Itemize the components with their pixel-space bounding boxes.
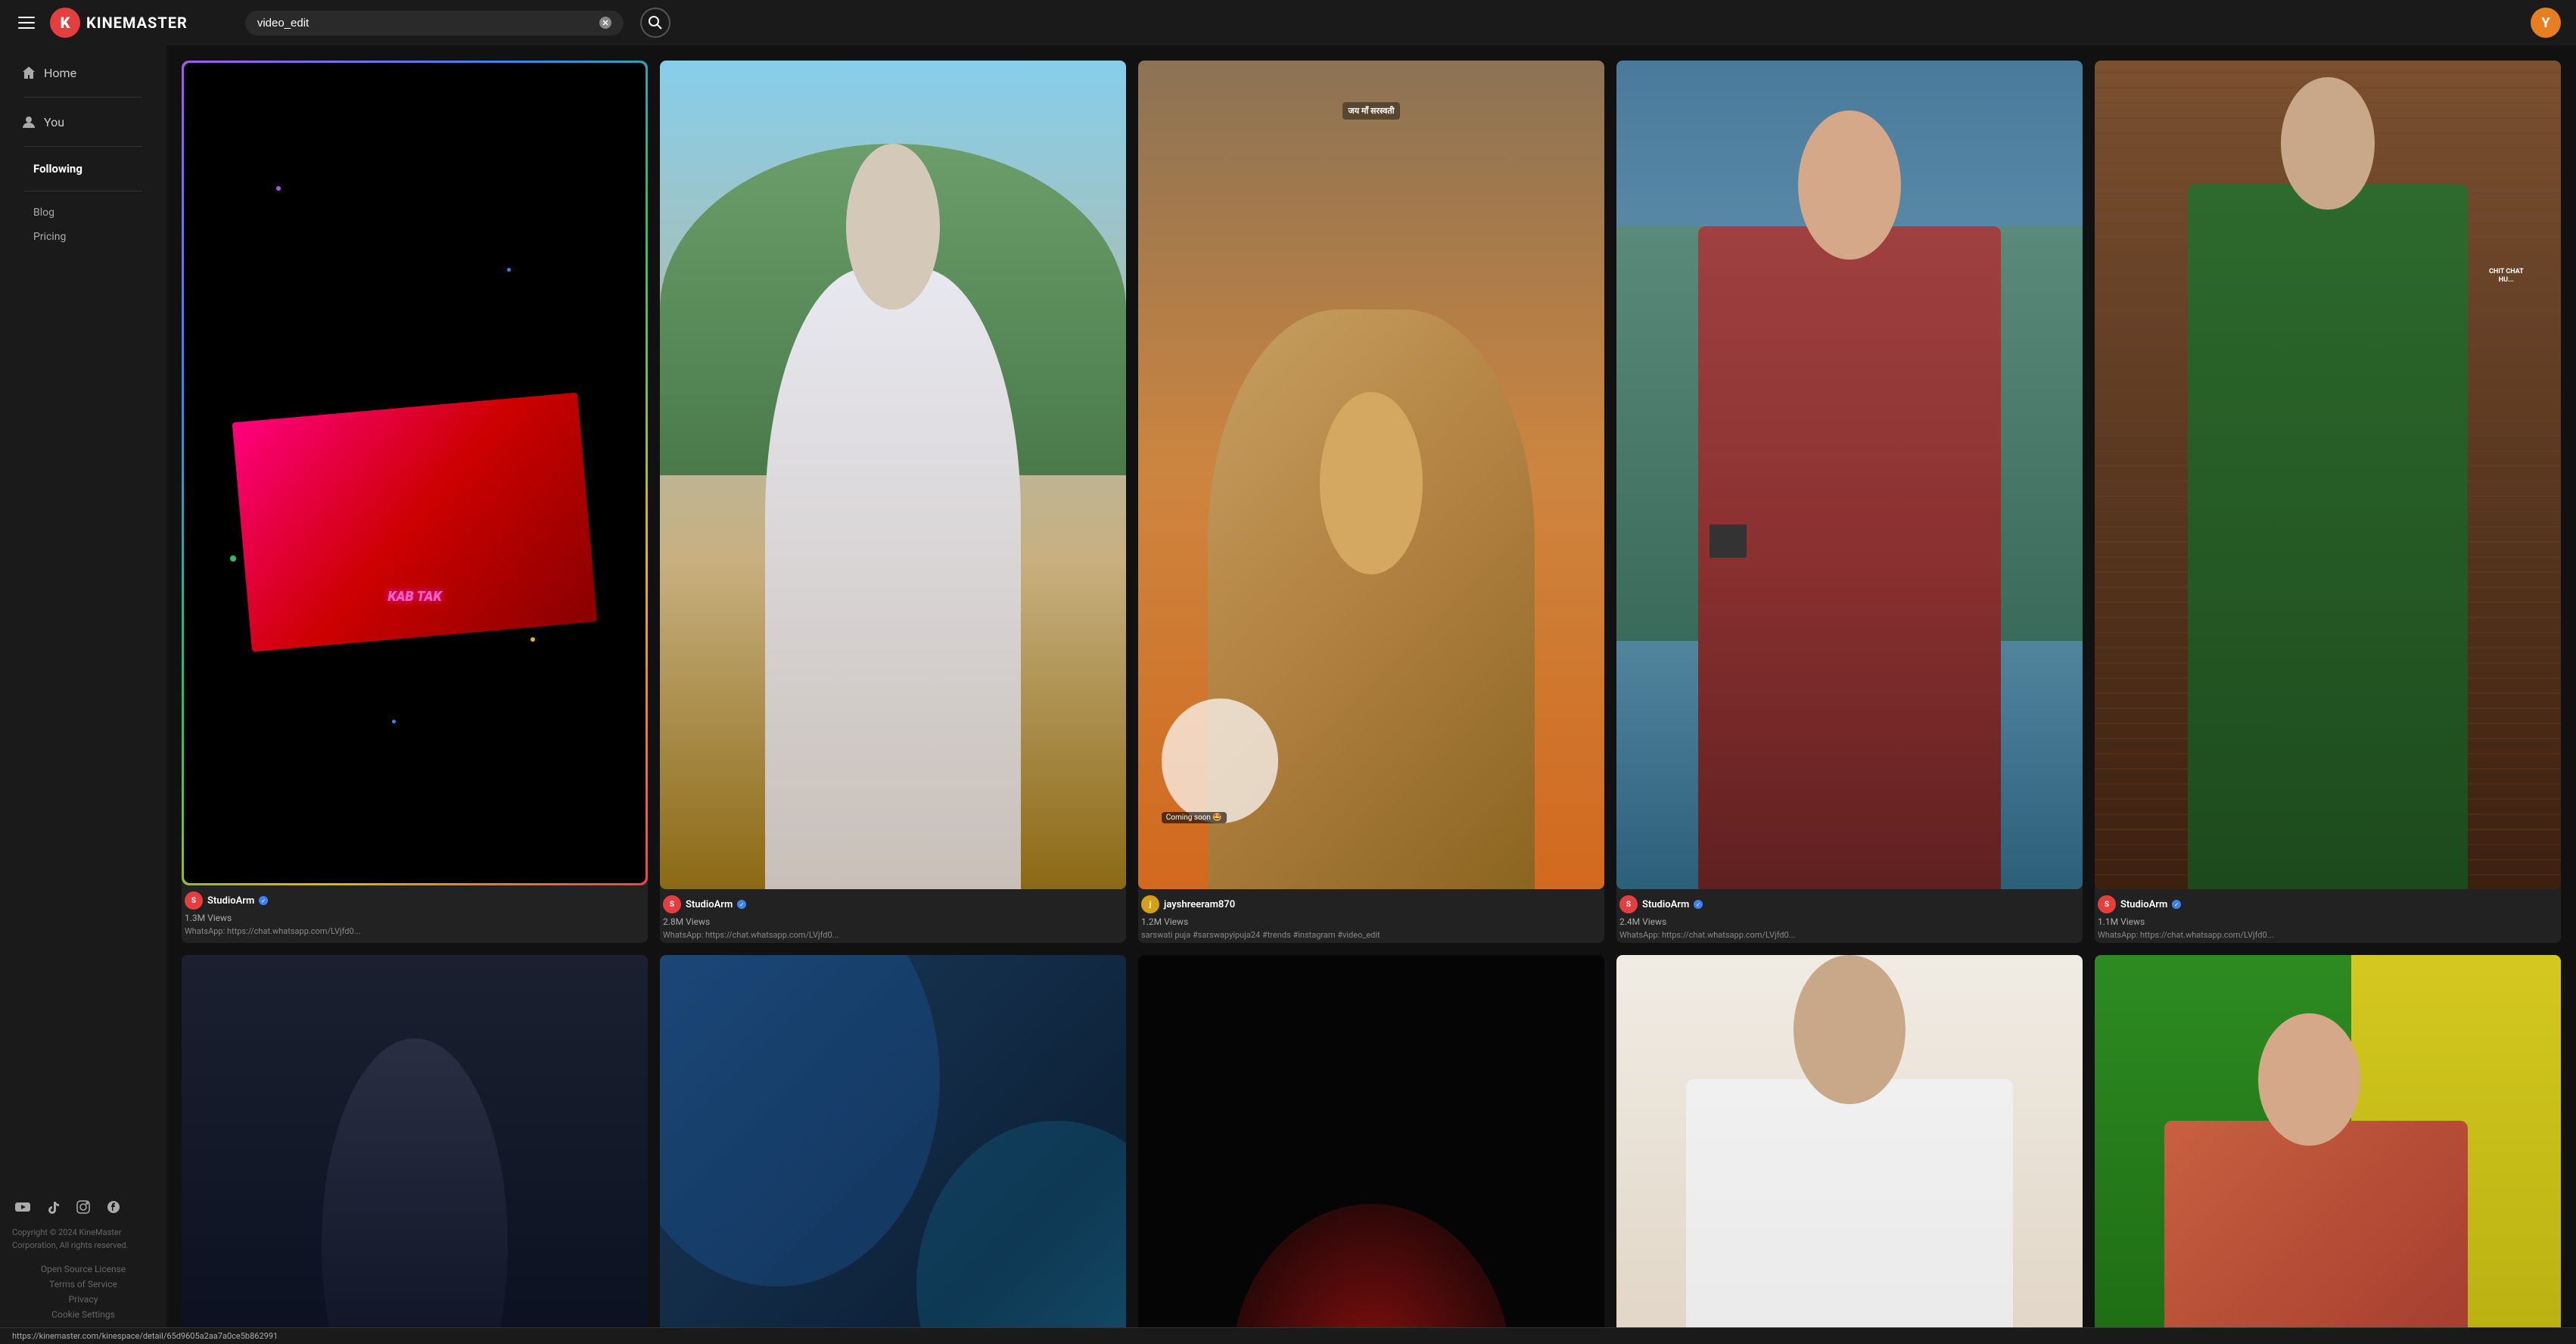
video-views-1: 1.3M Views <box>185 913 645 923</box>
facebook-icon[interactable] <box>103 1196 124 1218</box>
video-info-2: S StudioArm ✓ 2.8M Views WhatsApp: https… <box>660 889 1126 943</box>
video-creator-1: S StudioArm ✓ <box>185 891 645 910</box>
creator-name-5: StudioArm <box>2120 899 2167 910</box>
sidebar-item-blog[interactable]: Blog <box>12 201 154 225</box>
creator-avatar-1: S <box>185 891 203 910</box>
video-desc-2: WhatsApp: https://chat.whatsapp.com/LVjf… <box>663 930 1123 940</box>
creator-avatar-4: S <box>1619 895 1638 913</box>
video-card-7[interactable]: SUBSCRIBE <box>660 955 1126 1344</box>
sidebar-label-you: You <box>44 115 64 129</box>
video-desc-3: sarswati puja #sarswapyipuja24 #trends #… <box>1141 930 1601 940</box>
creator-avatar-3: j <box>1141 895 1159 913</box>
logo[interactable]: K KINEMASTER <box>50 8 188 38</box>
search-bar <box>245 11 624 36</box>
video-info-4: S StudioArm ✓ 2.4M Views WhatsApp: https… <box>1616 889 2083 943</box>
coming-soon-badge: Coming soon 🤩 <box>1162 812 1227 823</box>
verified-icon-1: ✓ <box>259 896 268 905</box>
instagram-icon[interactable] <box>73 1196 94 1218</box>
svg-text:K: K <box>61 14 70 32</box>
user-avatar[interactable]: Y <box>2531 8 2561 38</box>
video-grid: KAB TAK S StudioArm ✓ 1.3M Views WhatsAp… <box>182 61 2561 1344</box>
sidebar-divider-1 <box>24 97 142 98</box>
content-area: KAB TAK S StudioArm ✓ 1.3M Views WhatsAp… <box>166 45 2576 1344</box>
search-button[interactable] <box>640 8 670 38</box>
home-icon <box>21 65 36 80</box>
goddess-title: जय माँ सरस्वती <box>1342 102 1401 120</box>
video-card-1[interactable]: KAB TAK S StudioArm ✓ 1.3M Views WhatsAp… <box>182 61 648 943</box>
logo-icon: K <box>50 8 80 38</box>
video-card-4[interactable]: S StudioArm ✓ 2.4M Views WhatsApp: https… <box>1616 61 2083 943</box>
video-creator-5: S StudioArm ✓ <box>2098 895 2558 913</box>
footer-link-cookie[interactable]: Cookie Settings <box>12 1309 154 1320</box>
youtube-icon[interactable] <box>12 1196 33 1218</box>
verified-icon-5: ✓ <box>2172 900 2181 909</box>
creator-name-1: StudioArm <box>207 895 254 907</box>
footer-links: Open Source License Terms of Service Pri… <box>12 1264 154 1320</box>
footer-link-terms[interactable]: Terms of Service <box>12 1279 154 1290</box>
social-links <box>12 1196 154 1218</box>
video-views-5: 1.1M Views <box>2098 916 2558 927</box>
video-desc-1: WhatsApp: https://chat.whatsapp.com/LVjf… <box>185 926 645 936</box>
video-card-8[interactable]: K KineMaster 6.4M Views <box>1138 955 1604 1344</box>
video-views-2: 2.8M Views <box>663 916 1123 927</box>
video-views-4: 2.4M Views <box>1619 916 2080 927</box>
sidebar-footer: Copyright © 2024 KineMaster Corporation,… <box>0 1184 166 1332</box>
search-clear-button[interactable] <box>599 17 611 29</box>
video-info-3: j jayshreeram870 1.2M Views sarswati puj… <box>1138 889 1604 943</box>
video-card-5[interactable]: CHIT CHATHU... S StudioArm ✓ 1.1M Views … <box>2095 61 2561 943</box>
footer-link-privacy[interactable]: Privacy <box>12 1294 154 1305</box>
video-desc-5: WhatsApp: https://chat.whatsapp.com/LVjf… <box>2098 930 2558 940</box>
video-creator-2: S StudioArm ✓ <box>663 895 1123 913</box>
video-card-6[interactable] <box>182 955 648 1344</box>
sidebar-item-pricing[interactable]: Pricing <box>12 225 154 249</box>
video-card-10[interactable] <box>2095 955 2561 1344</box>
verified-icon-4: ✓ <box>1694 900 1703 909</box>
verified-icon-2: ✓ <box>737 900 746 909</box>
video-creator-4: S StudioArm ✓ <box>1619 895 2080 913</box>
status-url: https://kinemaster.com/kinespace/detail/… <box>12 1331 278 1341</box>
statusbar: https://kinemaster.com/kinespace/detail/… <box>0 1327 2576 1344</box>
video-card-3[interactable]: जय माँ सरस्वती Coming soon 🤩 j jayshreer… <box>1138 61 1604 943</box>
search-input[interactable] <box>257 17 593 30</box>
hamburger-menu[interactable] <box>15 14 38 32</box>
sidebar-item-you[interactable]: You <box>12 107 154 137</box>
creator-avatar-5: S <box>2098 895 2116 913</box>
sidebar-divider-2 <box>24 146 142 147</box>
sidebar-nav: Home You Following Blog Pricing <box>0 58 166 249</box>
logo-text: KINEMASTER <box>86 14 188 32</box>
footer-link-opensourcelicense[interactable]: Open Source License <box>12 1264 154 1274</box>
tiktok-icon[interactable] <box>42 1196 64 1218</box>
video-card-2[interactable]: S StudioArm ✓ 2.8M Views WhatsApp: https… <box>660 61 1126 943</box>
copyright-text: Copyright © 2024 KineMaster Corporation,… <box>12 1227 154 1252</box>
video-card-9[interactable] <box>1616 955 2083 1344</box>
creator-name-3: jayshreeram870 <box>1164 899 1235 910</box>
video-info-5: S StudioArm ✓ 1.1M Views WhatsApp: https… <box>2095 889 2561 943</box>
following-label: Following <box>12 156 154 182</box>
video-info-1: S StudioArm ✓ 1.3M Views WhatsApp: https… <box>182 885 648 939</box>
main-layout: Home You Following Blog Pricing <box>0 45 2576 1344</box>
kab-tak-text: KAB TAK <box>387 589 441 605</box>
creator-avatar-2: S <box>663 895 681 913</box>
user-icon <box>21 114 36 129</box>
chit-chat-text: CHIT CHATHU... <box>2489 268 2524 285</box>
topbar: K KINEMASTER Y <box>0 0 2576 45</box>
video-views-3: 1.2M Views <box>1141 916 1601 927</box>
creator-name-2: StudioArm <box>686 899 733 910</box>
sidebar-item-home[interactable]: Home <box>12 58 154 88</box>
sidebar: Home You Following Blog Pricing <box>0 45 166 1344</box>
video-creator-3: j jayshreeram870 <box>1141 895 1601 913</box>
video-desc-4: WhatsApp: https://chat.whatsapp.com/LVjf… <box>1619 930 2080 940</box>
creator-name-4: StudioArm <box>1642 899 1689 910</box>
sidebar-label-home: Home <box>44 66 76 80</box>
